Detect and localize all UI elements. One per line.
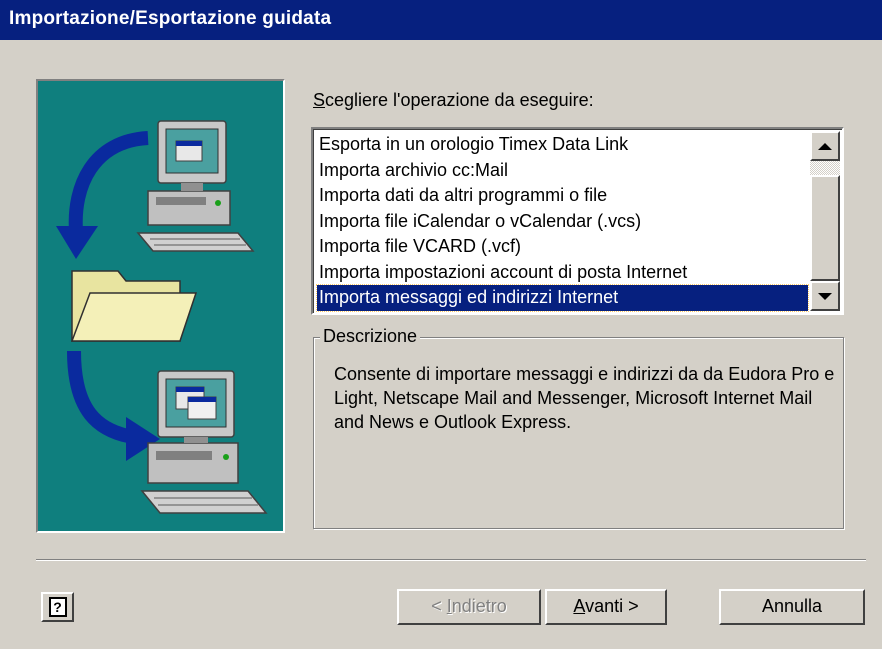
computer-icon (140, 370, 268, 514)
scroll-down-button[interactable] (810, 281, 840, 311)
description-groupbox: Descrizione Consente di importare messag… (313, 326, 844, 529)
scrollbar-track[interactable] (810, 161, 840, 281)
scroll-down-arrow-icon (818, 292, 832, 300)
help-icon: ? (48, 597, 67, 617)
next-button-label: vanti > (585, 596, 639, 616)
arrow-icon (56, 131, 149, 259)
cancel-button[interactable]: Annulla (719, 589, 865, 625)
next-button-access-key: A (573, 596, 586, 616)
scrollbar-thumb[interactable] (810, 175, 840, 281)
description-legend: Descrizione (320, 326, 421, 347)
operation-prompt-label: Scegliere l'operazione da eseguire: (313, 90, 594, 111)
arrow-icon (67, 350, 160, 461)
list-item[interactable]: Importa archivio cc:Mail (317, 158, 808, 184)
illustration-graphic (56, 120, 268, 514)
list-item[interactable]: Esporta in un orologio Timex Data Link (317, 132, 808, 158)
help-button[interactable]: ? (41, 592, 74, 622)
list-item-selected[interactable]: Importa messaggi ed indirizzi Internet (316, 284, 809, 312)
window-title: Importazione/Esportazione guidata (9, 8, 332, 29)
wizard-illustration (36, 79, 285, 533)
prompt-access-key: S (313, 90, 326, 110)
operation-list: Esporta in un orologio Timex Data Link I… (316, 132, 809, 312)
operation-listbox[interactable]: Esporta in un orologio Timex Data Link I… (311, 127, 844, 315)
next-button[interactable]: Avanti > (545, 589, 667, 625)
list-scrollbar[interactable] (810, 131, 840, 311)
prompt-text: cegliere l'operazione da eseguire: (325, 90, 594, 110)
list-item[interactable]: Importa file VCARD (.vcf) (317, 234, 808, 260)
list-item[interactable]: Importa impostazioni account di posta In… (317, 260, 808, 286)
description-text: Consente di importare messaggi e indiriz… (334, 364, 835, 432)
computer-icon (136, 120, 255, 252)
scroll-up-arrow-icon (818, 142, 832, 150)
folder-icon (70, 270, 198, 342)
list-item[interactable]: Importa dati da altri programmi o file (317, 183, 808, 209)
back-button-label: ndietro (451, 596, 507, 616)
title-bar: Importazione/Esportazione guidata (0, 0, 882, 40)
back-button-prefix: < (431, 596, 447, 616)
scroll-up-button[interactable] (810, 131, 840, 161)
back-button[interactable]: < Indietro (397, 589, 541, 625)
list-item[interactable]: Importa file iCalendar o vCalendar (.vcs… (317, 209, 808, 235)
separator-line (36, 559, 866, 561)
